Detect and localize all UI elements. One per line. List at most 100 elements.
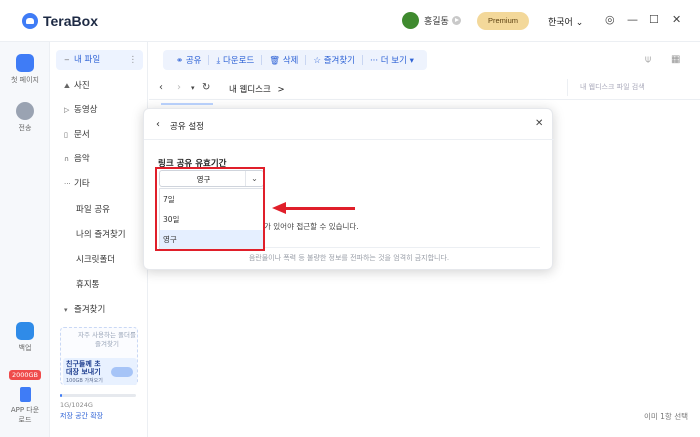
nav-photos-label: 사진: [74, 81, 90, 91]
headphones-icon: ∩: [64, 155, 70, 163]
storage-used: 1G/1024G: [60, 401, 93, 409]
file-toolbar: ⚭ 공유 ⤓ 다운로드 🗑 삭제 ☆ 즐겨찾기 ··· 더 보기 ▾: [163, 50, 427, 70]
more-label: 더 보기: [380, 56, 407, 66]
language-selector[interactable]: 한국어 ⌄: [548, 15, 583, 28]
rail-home-label: 첫 페이지: [11, 76, 39, 84]
ellipsis-icon: ···: [369, 56, 381, 66]
nav-my-files[interactable]: − 내 파일 ⋮: [56, 50, 143, 70]
chevron-down-icon: ▾: [64, 306, 68, 314]
ellipsis-icon: ···: [64, 180, 71, 188]
play-icon[interactable]: [451, 16, 461, 25]
video-icon: ▷: [64, 106, 70, 114]
favorites-hint: 자주 사용하는 폴더를 즐겨찾기: [78, 331, 136, 348]
rail-app-download[interactable]: APP 다운 로드: [0, 387, 50, 425]
favorite-button[interactable]: ☆ 즐겨찾기: [306, 54, 362, 66]
share-button[interactable]: ⚭ 공유: [169, 54, 208, 66]
transfer-icon: [16, 102, 34, 120]
storage-progress: [60, 394, 136, 397]
photo-icon: ⛰: [64, 82, 70, 90]
more-button[interactable]: ··· 더 보기 ▾: [363, 54, 421, 66]
trash-icon: 🗑: [269, 56, 283, 66]
phone-icon: [19, 387, 31, 402]
history-icon[interactable]: ▾: [191, 84, 195, 92]
nav-videos-label: 동영상: [74, 105, 98, 115]
rail-transfer[interactable]: 전송: [0, 102, 50, 133]
cloud-icon: [16, 54, 34, 72]
share-label: 공유: [185, 56, 202, 66]
user-name[interactable]: 홍길동: [424, 14, 449, 27]
dialog-title: 공유 설정: [170, 122, 204, 132]
invite-banner[interactable]: 친구들께 초대장 보내기 100GB 가져오기: [63, 358, 137, 385]
breadcrumb[interactable]: 내 웹디스크 >: [229, 83, 285, 95]
forward-icon[interactable]: ›: [177, 82, 181, 93]
language-label: 한국어: [548, 18, 573, 28]
close-icon[interactable]: ✕: [535, 118, 543, 129]
nav-trash[interactable]: 휴지통: [56, 275, 143, 295]
breadcrumb-current: 내 웹디스크: [229, 85, 271, 95]
rail-backup-label: 백업: [18, 344, 32, 352]
cloud-logo-icon: [22, 13, 38, 29]
nav-favorites-label: 즐겨찾기: [74, 305, 106, 315]
minimize-button[interactable]: —: [627, 13, 638, 26]
nav-music-label: 음악: [74, 154, 90, 164]
user-profile[interactable]: 홍길동: [402, 12, 461, 29]
nav-my-files-label: 내 파일: [74, 55, 101, 65]
search-input[interactable]: 내 웹디스크 파일 검색: [567, 79, 692, 96]
terabox-logo[interactable]: TeraBox: [22, 13, 98, 29]
invite-title: 친구들께 초대장 보내기: [66, 360, 101, 376]
rail-backup[interactable]: 백업: [0, 322, 50, 353]
collapse-icon: −: [64, 56, 70, 64]
cloud-illustration-icon: [111, 367, 133, 377]
avatar[interactable]: [402, 12, 419, 29]
star-icon: ☆: [313, 56, 324, 66]
nav-panel: − 내 파일 ⋮ ⛰ 사진 ▷ 동영상 ▯ 문서 ∩ 음악 ··· 기타 파일 공유 나의 …: [50, 42, 148, 437]
left-rail: 첫 페이지 전송 백업 2000GB APP 다운 로드: [0, 42, 50, 437]
nav-favorites[interactable]: ▾ 즐겨찾기: [56, 300, 143, 320]
favorite-label: 즐겨찾기: [323, 56, 355, 66]
expand-storage-link[interactable]: 저장 공간 확장: [60, 411, 103, 421]
nav-music[interactable]: ∩ 음악: [56, 149, 143, 169]
close-window-button[interactable]: ✕: [672, 13, 681, 26]
more-icon[interactable]: ⋮: [129, 50, 138, 70]
grid-view-icon[interactable]: ▦: [671, 54, 680, 65]
nav-documents[interactable]: ▯ 문서: [56, 125, 143, 145]
app-name: TeraBox: [43, 13, 98, 29]
nav-file-share[interactable]: 파일 공유: [56, 200, 143, 220]
nav-secret-folder[interactable]: 시크릿폴더: [56, 250, 143, 270]
annotation-arrow-line: [285, 207, 355, 210]
settings-icon[interactable]: ◎: [605, 13, 615, 26]
premium-button[interactable]: Premium: [477, 12, 529, 30]
maximize-button[interactable]: ☐: [649, 13, 659, 26]
document-icon: ▯: [64, 131, 68, 139]
delete-button[interactable]: 🗑 삭제: [262, 54, 305, 66]
delete-label: 삭제: [282, 56, 299, 66]
nav-photos[interactable]: ⛰ 사진: [56, 76, 143, 96]
download-button[interactable]: ⤓ 다운로드: [209, 54, 261, 66]
promo-area: 자주 사용하는 폴더를 즐겨찾기 친구들께 초대장 보내기 100GB 가져오기: [60, 327, 138, 385]
chevron-down-icon: ▾: [406, 56, 414, 66]
filter-icon[interactable]: ⍦: [645, 54, 651, 65]
selected-item-highlight: [161, 103, 213, 105]
nav-my-favorites[interactable]: 나의 즐겨찾기: [56, 225, 143, 245]
app-download-label-2: 로드: [18, 416, 32, 424]
annotation-arrow-head: [272, 202, 286, 214]
nav-videos[interactable]: ▷ 동영상: [56, 100, 143, 120]
path-bar: ‹ › ▾ ↻ 내 웹디스크 > 내 웹디스크 파일 검색: [149, 76, 700, 100]
back-icon[interactable]: ‹: [156, 119, 160, 130]
nav-others[interactable]: ··· 기타: [56, 174, 143, 194]
rail-transfer-label: 전송: [18, 124, 32, 132]
share-icon: ⚭: [176, 56, 186, 66]
rail-storage-badge[interactable]: 2000GB: [0, 370, 50, 380]
storage-badge[interactable]: 2000GB: [8, 370, 42, 380]
access-note: 가 있어야 접근할 수 있습니다.: [264, 222, 359, 231]
back-icon[interactable]: ‹: [159, 82, 163, 93]
nav-others-label: 기타: [74, 179, 90, 189]
rail-home[interactable]: 첫 페이지: [0, 54, 50, 85]
invite-subtitle: 100GB 가져오기: [66, 378, 103, 384]
policy-notice: 음란물이나 폭력 등 불량한 정보를 전파하는 것을 엄격히 금지합니다.: [248, 254, 450, 262]
selection-status: 이미 1항 선택: [643, 412, 688, 421]
backup-icon: [16, 322, 34, 340]
refresh-icon[interactable]: ↻: [202, 82, 210, 93]
annotation-highlight-box: [155, 167, 265, 251]
dialog-divider: [144, 139, 554, 140]
